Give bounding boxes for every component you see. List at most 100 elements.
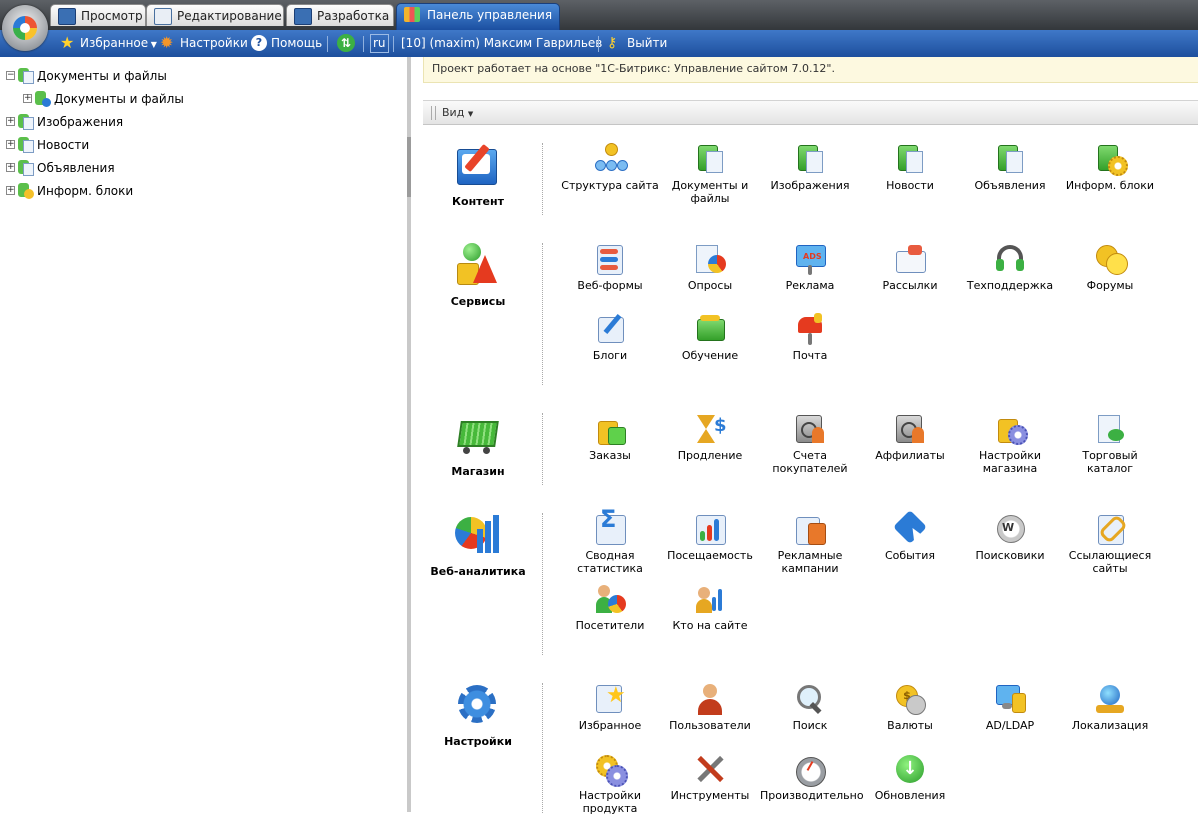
panel-item-documents[interactable]: Документы и файлы [660,143,760,205]
tab-view[interactable]: Просмотр [50,4,146,26]
panel-item-learning[interactable]: Обучение [660,313,760,362]
panel-item-ads-list[interactable]: Объявления [960,143,1060,192]
summary-stats-icon: Σ [594,507,626,545]
campaigns-icon [794,513,826,545]
panel-item-search-engines[interactable]: W Поисковики [960,513,1060,562]
panel-item-label: Изображения [770,179,850,192]
favorites-menu[interactable]: ★ Избранное ▼ [60,34,157,52]
view-toolbar: Вид ▼ [423,100,1198,125]
panel-item-label: Обновления [874,789,946,802]
panel-item-customer-accounts[interactable]: Счета покупателей [760,413,860,475]
panel-item-currencies[interactable]: $ Валюты [860,683,960,732]
tab-control-panel[interactable]: Панель управления [396,3,560,30]
panel-item-orders[interactable]: Заказы [560,413,660,462]
panel-item-forums[interactable]: Форумы [1060,243,1160,292]
advertising-icon: ADS [794,243,826,275]
view-menu-button[interactable]: Вид ▼ [442,106,473,119]
current-user-label: [10] (maxim) Максим Гаврильев [401,36,603,50]
tree-node-label: Документы и файлы [54,92,184,106]
mail-icon [794,313,826,345]
logout-link[interactable]: ⚷ Выйти [607,35,667,52]
search-icon [794,683,826,715]
settings-gear-icon [455,683,499,727]
panel-item-renewal[interactable]: $ Продление [660,413,760,462]
tree-node-news[interactable]: + Новости [6,136,89,154]
update-button[interactable]: ⇅ [337,34,359,52]
tree-node-ads[interactable]: + Объявления [6,159,115,177]
panel-item-favorites[interactable]: ★ Избранное [560,683,660,733]
admin-toolbar: ★ Избранное ▼ ✹ Настройки ? Помощь ⇅ ru [10… [0,30,1198,57]
panel-item-events[interactable]: События [860,510,960,562]
panel-item-visitors[interactable]: Посетители [560,583,660,632]
panel-item-label: Ссылающиеся сайты [1068,549,1152,575]
traffic-icon [694,513,726,545]
images-icon [794,143,826,175]
bitrix-logo-button[interactable] [2,5,48,51]
panel-item-label: События [884,549,936,562]
panel-item-summary-stats[interactable]: Σ Сводная статистика [560,507,660,575]
panel-item-images[interactable]: Изображения [760,143,860,192]
tree-node-label: Документы и файлы [37,69,167,83]
panel-item-product-settings[interactable]: Настройки продукта [560,753,660,815]
panel-item-campaigns[interactable]: Рекламные кампании [760,513,860,575]
panel-item-advertising[interactable]: ADS Реклама [760,243,860,292]
tab-development[interactable]: Разработка [286,4,394,26]
panel-item-catalog[interactable]: Торговый каталог [1060,413,1160,475]
current-user-link[interactable]: [10] (maxim) Максим Гаврильев [401,35,602,52]
panel-item-label: Поиск [792,719,828,732]
panel-item-support[interactable]: Техподдержка [960,243,1060,292]
expand-icon[interactable]: + [23,94,32,103]
panel-item-iblocks[interactable]: Информ. блоки [1060,143,1160,192]
panel-item-search[interactable]: Поиск [760,683,860,732]
analytics-icon [455,513,499,557]
updates-icon: ↓ [894,753,926,785]
expand-icon[interactable]: + [6,140,15,149]
tree-node-documents[interactable]: − Документы и файлы [6,67,167,85]
language-label: ru [373,36,386,50]
panel-item-polls[interactable]: Опросы [660,243,760,292]
panel-item-ldap[interactable]: AD/LDAP [960,683,1060,732]
section-title: Сервисы [450,295,506,308]
panel-item-mail[interactable]: Почта [760,313,860,362]
panel-item-who-online[interactable]: Кто на сайте [660,583,760,632]
search-engines-icon: W [994,513,1026,545]
panel-item-label: Почта [792,349,828,362]
panel-item-mailing[interactable]: Рассылки [860,243,960,292]
panel-item-performance[interactable]: Производительно [760,753,864,802]
panel-item-webforms[interactable]: Веб-формы [560,243,660,292]
section-settings: Настройки ★ Избранное Пользователи Поиск $ Ва… [423,683,1198,823]
panel-item-shop-settings[interactable]: Настройки магазина [960,413,1060,475]
panel-item-users[interactable]: Пользователи [660,683,760,732]
panel-item-tools[interactable]: Инструменты [660,753,760,802]
who-online-icon [694,583,726,615]
expand-icon[interactable]: + [6,163,15,172]
panel-item-label: Поисковики [975,549,1045,562]
toolbar-handle [431,106,436,120]
shop-cart-icon [455,413,499,457]
expand-icon[interactable]: + [6,186,15,195]
panel-item-localization[interactable]: Локализация [1060,683,1160,732]
help-link[interactable]: ? Помощь [251,34,322,52]
settings-link[interactable]: ✹ Настройки [160,34,248,52]
panel-item-label: Счета покупателей [772,449,848,475]
panel-item-affiliates[interactable]: Аффилиаты [860,413,960,462]
panel-item-news[interactable]: Новости [860,143,960,192]
panel-item-blogs[interactable]: Блоги [560,313,660,362]
tab-edit[interactable]: Редактирование [146,4,284,26]
tree-node-images[interactable]: + Изображения [6,113,123,131]
dev-monitor-icon [294,8,312,25]
panel-item-label: Реклама [785,279,835,292]
panel-item-referrers[interactable]: Ссылающиеся сайты [1060,513,1160,575]
panel-item-traffic[interactable]: Посещаемость [660,513,760,562]
tree-node-iblocks[interactable]: + Информ. блоки [6,182,133,200]
expand-icon[interactable]: + [6,117,15,126]
tree-node-documents-sub[interactable]: + Документы и файлы [23,90,184,108]
panel-item-updates[interactable]: ↓ Обновления [860,753,960,802]
polls-icon [694,243,726,275]
tree-node-label: Объявления [37,161,115,175]
collapse-icon[interactable]: − [6,71,15,80]
language-switch[interactable]: ru [370,34,389,53]
edit-page-icon [154,8,172,25]
panel-item-site-structure[interactable]: Структура сайта [560,143,660,192]
panel-item-label: Информ. блоки [1065,179,1155,192]
